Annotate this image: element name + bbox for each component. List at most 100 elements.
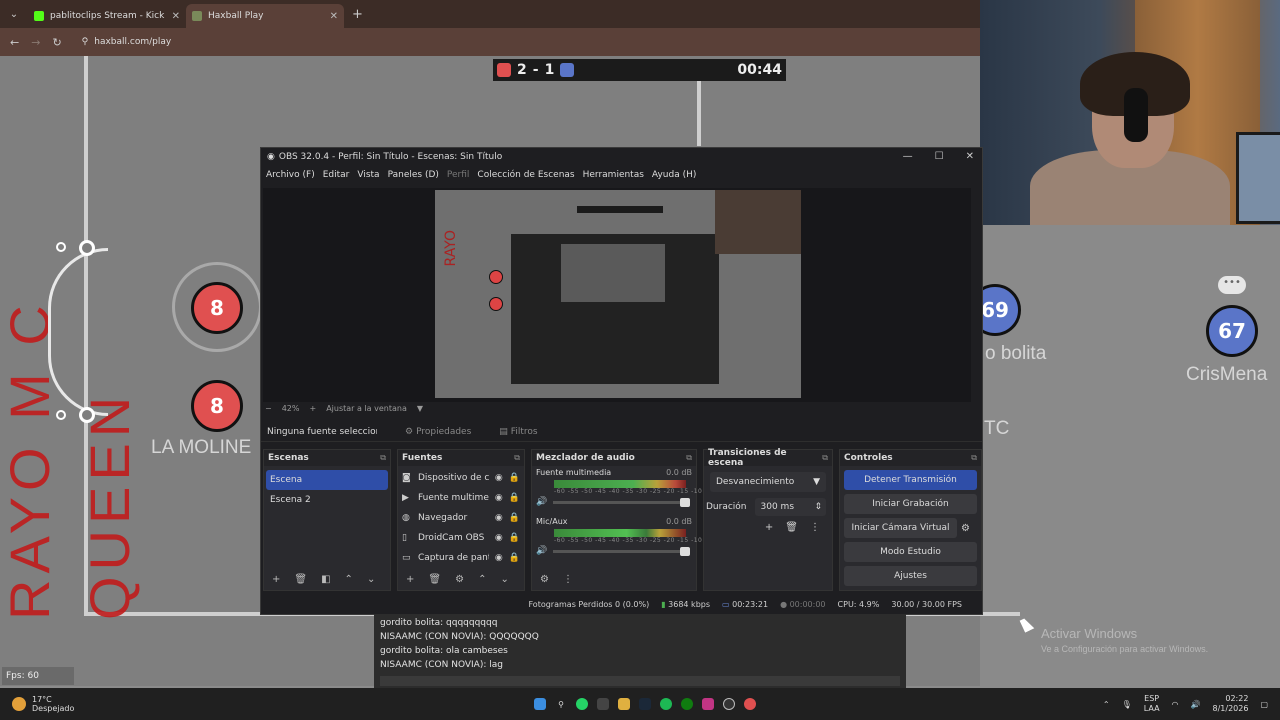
maximize-icon[interactable]: ☐ [935,151,944,162]
eye-icon[interactable]: ◉ [495,473,503,483]
slider-knob[interactable] [680,497,690,507]
back-icon[interactable]: ← [10,36,19,49]
gear-icon[interactable]: ⚙ [961,523,977,534]
fit-to-window[interactable]: Ajustar a la ventana [326,404,407,413]
arrow-up-icon[interactable]: ⌃ [345,574,353,585]
clock[interactable]: 02:22 8/1/2026 [1213,694,1249,714]
file-explorer-icon[interactable] [618,698,630,710]
lock-icon[interactable]: 🔒 [509,533,520,543]
mixer-settings-icon[interactable]: ⚙ [540,574,549,585]
filters-button[interactable]: ▤ Filtros [499,427,537,437]
forward-icon[interactable]: → [31,36,40,49]
settings-button[interactable]: Ajustes [844,566,977,586]
eye-icon[interactable]: ◉ [495,553,503,563]
tab-haxball[interactable]: Haxball Play ✕ [186,4,344,28]
add-icon[interactable]: + [406,574,414,585]
arrow-down-icon[interactable]: ⌄ [367,574,375,585]
browser-icon[interactable] [744,698,756,710]
tab-search-icon[interactable]: ⌄ [0,0,28,28]
lock-icon[interactable]: 🔒 [509,513,520,523]
volume-slider[interactable] [553,497,690,507]
close-tab-icon[interactable]: ✕ [172,11,180,22]
scene-item[interactable]: Escena [266,470,388,490]
terminal-icon[interactable] [597,698,609,710]
trash-icon[interactable]: 🗑 [294,574,307,585]
add-icon[interactable]: + [272,574,280,585]
fit-dropdown-icon[interactable]: ▼ [417,404,423,413]
spotify-icon[interactable] [660,698,672,710]
more-options-icon[interactable]: ⋮ [563,574,573,585]
menu-docks[interactable]: Paneles (D) [388,170,439,180]
minimize-icon[interactable]: — [903,151,913,162]
start-recording-button[interactable]: Iniciar Grabación [844,494,977,514]
more-options-icon[interactable]: ⋮ [810,522,820,533]
chevron-up-icon[interactable]: ⌃ [1103,700,1110,709]
arrow-up-icon[interactable]: ⌃ [478,574,486,585]
stop-streaming-button[interactable]: Detener Transmisión [844,470,977,490]
lock-icon[interactable]: 🔒 [509,493,520,503]
whatsapp-icon[interactable] [576,698,588,710]
arrow-down-icon[interactable]: ⌄ [500,574,508,585]
language-indicator[interactable]: ESP LAA [1144,694,1160,714]
properties-button[interactable]: ⚙ Propiedades [405,427,471,437]
new-tab-icon[interactable]: + [352,7,363,22]
instagram-icon[interactable] [702,698,714,710]
close-icon[interactable]: ✕ [966,151,974,162]
source-item[interactable]: ▭ Captura de panta ◉ 🔒 [398,548,524,568]
start-icon[interactable] [534,698,546,710]
zoom-out-icon[interactable]: − [265,404,272,413]
zoom-in-icon[interactable]: + [309,404,316,413]
slider-knob[interactable] [680,546,690,556]
site-info-icon[interactable]: ⚲ [82,37,89,47]
menu-file[interactable]: Archivo (F) [266,170,315,180]
source-item[interactable]: ▯ DroidCam OBS ◉ 🔒 [398,528,524,548]
studio-mode-button[interactable]: Modo Estudio [844,542,977,562]
eye-icon[interactable]: ◉ [495,533,503,543]
tab-kick[interactable]: pablitoclips Stream - Kick Dashb ✕ [28,4,186,28]
speaker-icon[interactable]: 🔊 [536,546,547,556]
menu-profile[interactable]: Perfil [447,170,470,180]
reload-icon[interactable]: ↻ [52,36,61,49]
source-item[interactable]: ◙ Dispositivo de cap ◉ 🔒 [398,468,524,488]
transition-select[interactable]: Desvanecimiento ▼ [710,472,826,492]
undock-icon[interactable]: ⧉ [822,453,828,463]
menu-help[interactable]: Ayuda (H) [652,170,696,180]
undock-icon[interactable]: ⧉ [514,453,520,463]
undock-icon[interactable]: ⧉ [686,453,692,463]
source-item[interactable]: ▶ Fuente multimedi ◉ 🔒 [398,488,524,508]
close-tab-icon[interactable]: ✕ [330,11,338,22]
xbox-icon[interactable] [681,698,693,710]
obs-preview[interactable]: RAYO [263,188,971,402]
volume-icon[interactable]: 🔊 [1191,700,1201,709]
menu-tools[interactable]: Herramientas [583,170,644,180]
menu-edit[interactable]: Editar [323,170,350,180]
lock-icon[interactable]: 🔒 [509,473,520,483]
gear-icon[interactable]: ⚙ [455,574,464,585]
url-field[interactable]: ⚲ haxball.com/play [82,37,172,47]
wifi-icon[interactable]: ◠ [1172,700,1179,709]
duration-input[interactable]: 300 ms ⇕ [754,498,826,516]
trash-icon[interactable]: 🗑 [428,574,441,585]
weather-widget[interactable]: 17°C Despejado [0,695,74,713]
steam-icon[interactable] [639,698,651,710]
microphone-icon[interactable]: 🎙 [1122,700,1132,709]
trash-icon[interactable]: 🗑 [785,522,798,533]
chat-input[interactable] [380,676,900,686]
undock-icon[interactable]: ⧉ [380,453,386,463]
eye-icon[interactable]: ◉ [495,493,503,503]
spinner-icon[interactable]: ⇕ [814,502,822,512]
filter-icon[interactable]: ◧ [321,574,330,585]
lock-icon[interactable]: 🔒 [509,553,520,563]
speaker-icon[interactable]: 🔊 [536,497,547,507]
menu-view[interactable]: Vista [357,170,379,180]
notifications-icon[interactable]: ▢ [1260,700,1268,709]
add-icon[interactable]: + [765,522,773,533]
volume-slider[interactable] [553,546,690,556]
search-icon[interactable]: ⚲ [555,698,567,710]
undock-icon[interactable]: ⧉ [971,453,977,463]
menu-scene-collection[interactable]: Colección de Escenas [477,170,574,180]
scene-item[interactable]: Escena 2 [266,490,388,510]
source-item[interactable]: ◍ Navegador ◉ 🔒 [398,508,524,528]
obs-icon[interactable] [723,698,735,710]
eye-icon[interactable]: ◉ [495,513,503,523]
